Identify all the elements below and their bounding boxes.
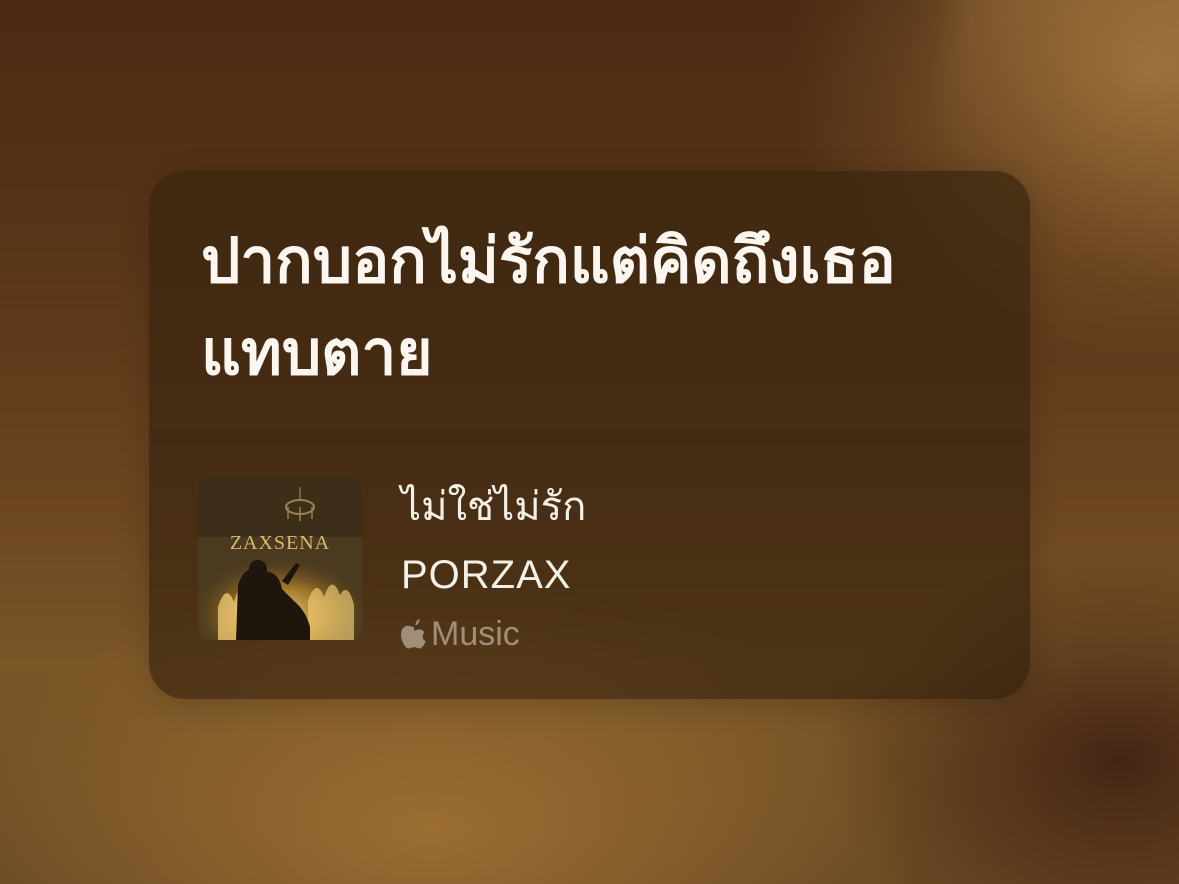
song-artist: PORZAX	[401, 553, 572, 597]
song-title: ไม่ใช่ไม่รัก	[401, 484, 587, 530]
album-artwork[interactable]: ZAXSENA	[198, 477, 362, 640]
lyric-text: ปากบอกไม่รักแต่คิดถึงเธอแทบตาย	[201, 224, 896, 389]
apple-music-badge[interactable]: Music	[399, 614, 520, 654]
service-label: Music	[431, 615, 520, 653]
lyric-share-card[interactable]: ปากบอกไม่รักแต่คิดถึงเธอแทบตาย ZAXSENA ไ…	[149, 171, 1030, 699]
apple-logo-icon	[401, 619, 426, 649]
song-info-section[interactable]: ZAXSENA ไม่ใช่ไม่รัก PORZAX Music	[149, 428, 1030, 699]
lyric-section: ปากบอกไม่รักแต่คิดถึงเธอแทบตาย	[149, 171, 1030, 428]
artwork-title-text: ZAXSENA	[230, 532, 330, 554]
album-artwork-image: ZAXSENA	[198, 477, 362, 640]
